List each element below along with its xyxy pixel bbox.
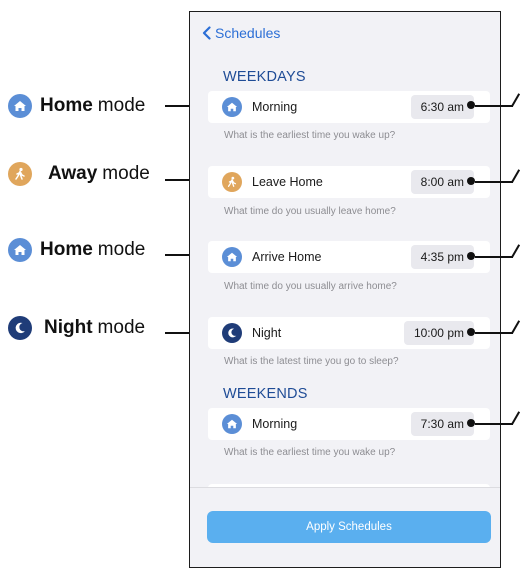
schedule-label: Morning <box>252 100 298 114</box>
schedule-row-morning[interactable]: Morning 6:30 am <box>208 91 490 123</box>
chevron-left-icon <box>202 26 211 40</box>
callout-dot <box>467 101 475 109</box>
callout-dot <box>467 419 475 427</box>
annotation-away-mode: Away mode <box>8 162 150 186</box>
annotation-night-mode: Night mode <box>8 316 145 340</box>
schedule-label: Leave Home <box>252 175 323 189</box>
back-label: Schedules <box>215 25 281 41</box>
schedule-label: Arrive Home <box>252 250 322 264</box>
home-icon <box>8 238 32 262</box>
schedule-hint: What is the latest time you go to sleep? <box>224 356 399 367</box>
callout-line <box>511 411 520 425</box>
schedule-label: Night <box>252 326 282 340</box>
callout-line <box>475 181 513 183</box>
section-title-weekdays: WEEKDAYS <box>223 69 306 85</box>
callout-line <box>511 320 520 334</box>
annotation-mode-word: mode <box>102 163 150 184</box>
annotation-mode-name: Home <box>40 239 93 260</box>
time-picker[interactable]: 10:00 pm <box>403 321 474 345</box>
annotation-mode-name: Home <box>40 95 93 116</box>
section-title-weekends: WEEKENDS <box>223 386 308 402</box>
walking-person-icon <box>8 162 32 186</box>
annotation-home-mode-2: Home mode <box>8 238 145 262</box>
home-icon <box>222 414 242 434</box>
moon-icon <box>8 316 32 340</box>
annotation-mode-word: mode <box>97 95 146 116</box>
callout-line <box>475 256 513 258</box>
moon-icon <box>222 323 242 343</box>
home-icon <box>222 97 242 117</box>
time-picker[interactable]: 6:30 am <box>410 95 474 119</box>
callout-dot <box>467 328 475 336</box>
callout-dot <box>467 252 475 260</box>
schedule-row-weekend-morning[interactable]: Morning 7:30 am <box>208 408 490 440</box>
schedule-row-leave-home[interactable]: Leave Home 8:00 am <box>208 166 490 198</box>
annotation-mode-name: Away <box>48 163 98 184</box>
schedule-hint: What is the earliest time you wake up? <box>224 447 396 458</box>
callout-dot <box>467 177 475 185</box>
phone-screen: Schedules WEEKDAYS Morning 6:30 am What … <box>189 11 501 568</box>
schedule-row-night[interactable]: Night 10:00 pm <box>208 317 490 349</box>
callout-line <box>511 244 520 258</box>
time-picker[interactable]: 7:30 am <box>410 412 474 436</box>
back-button[interactable]: Schedules <box>202 25 280 41</box>
time-picker[interactable]: 4:35 pm <box>410 245 474 269</box>
apply-schedules-button[interactable]: Apply Schedules <box>207 511 491 543</box>
annotation-home-mode: Home mode <box>8 94 145 118</box>
schedule-hint: What is the earliest time you wake up? <box>224 130 396 141</box>
time-picker[interactable]: 8:00 am <box>410 170 474 194</box>
annotation-mode-word: mode <box>97 317 146 338</box>
walking-person-icon <box>222 172 242 192</box>
callout-line <box>475 423 513 425</box>
schedule-hint: What time do you usually leave home? <box>224 206 396 217</box>
home-icon <box>8 94 32 118</box>
annotation-mode-name: Night <box>44 317 93 338</box>
schedule-label: Morning <box>252 417 298 431</box>
home-icon <box>222 247 242 267</box>
callout-line <box>475 105 513 107</box>
callout-line <box>511 93 520 107</box>
callout-line <box>475 332 513 334</box>
schedule-row-arrive-home[interactable]: Arrive Home 4:35 pm <box>208 241 490 273</box>
callout-line <box>511 169 520 183</box>
annotation-mode-word: mode <box>97 239 146 260</box>
schedule-hint: What time do you usually arrive home? <box>224 281 397 292</box>
